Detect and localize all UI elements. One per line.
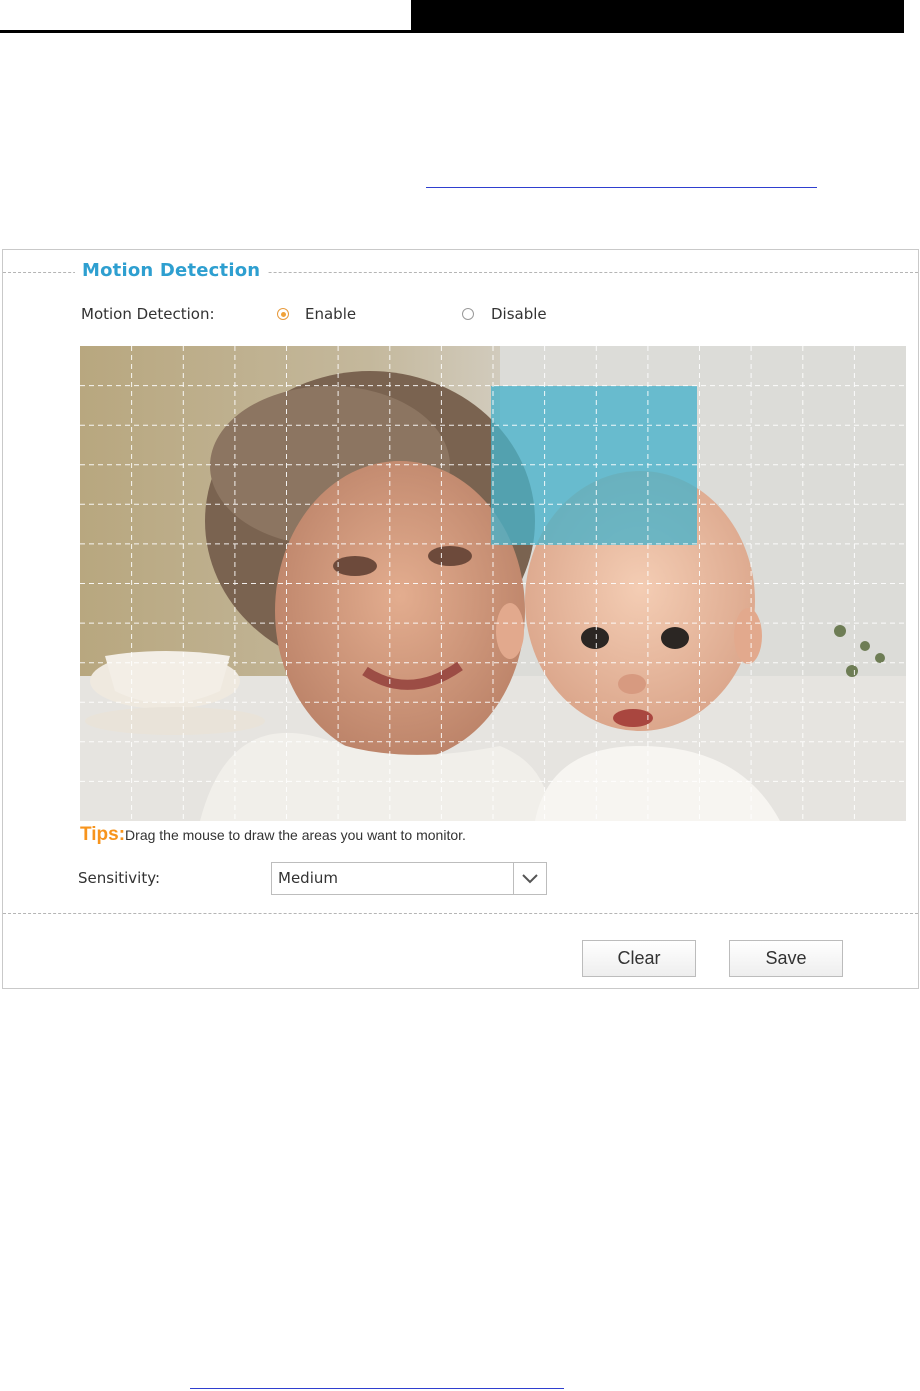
- tips-line: Tips:Drag the mouse to draw the areas yo…: [80, 824, 466, 846]
- manual-page: Motion Detection Motion Detection: Enabl…: [0, 0, 920, 1391]
- enable-radio[interactable]: [277, 308, 289, 320]
- disable-radio-label[interactable]: Disable: [491, 305, 547, 323]
- camera-view[interactable]: [80, 346, 906, 821]
- motion-detection-label: Motion Detection:: [81, 305, 215, 323]
- sensitivity-select[interactable]: Medium: [271, 862, 547, 895]
- hyperlink-underline[interactable]: [426, 187, 817, 188]
- enable-radio-label[interactable]: Enable: [305, 305, 356, 323]
- sensitivity-dropdown-button[interactable]: [513, 863, 546, 894]
- header-rule: [0, 30, 412, 33]
- chevron-down-icon: [522, 873, 538, 883]
- detection-grid[interactable]: [80, 346, 906, 821]
- tips-text: Drag the mouse to draw the areas you wan…: [125, 827, 466, 843]
- tips-label: Tips:: [80, 824, 126, 845]
- save-button[interactable]: Save: [729, 940, 843, 977]
- panel-title: Motion Detection: [75, 260, 268, 281]
- header-bar: [411, 0, 904, 33]
- clear-button[interactable]: Clear: [582, 940, 696, 977]
- disable-radio[interactable]: [462, 308, 474, 320]
- motion-detection-panel: Motion Detection Motion Detection: Enabl…: [2, 249, 919, 989]
- panel-divider: [3, 913, 918, 914]
- hyperlink-underline-bottom[interactable]: [190, 1388, 564, 1389]
- sensitivity-label: Sensitivity:: [78, 869, 161, 887]
- sensitivity-value: Medium: [278, 869, 338, 887]
